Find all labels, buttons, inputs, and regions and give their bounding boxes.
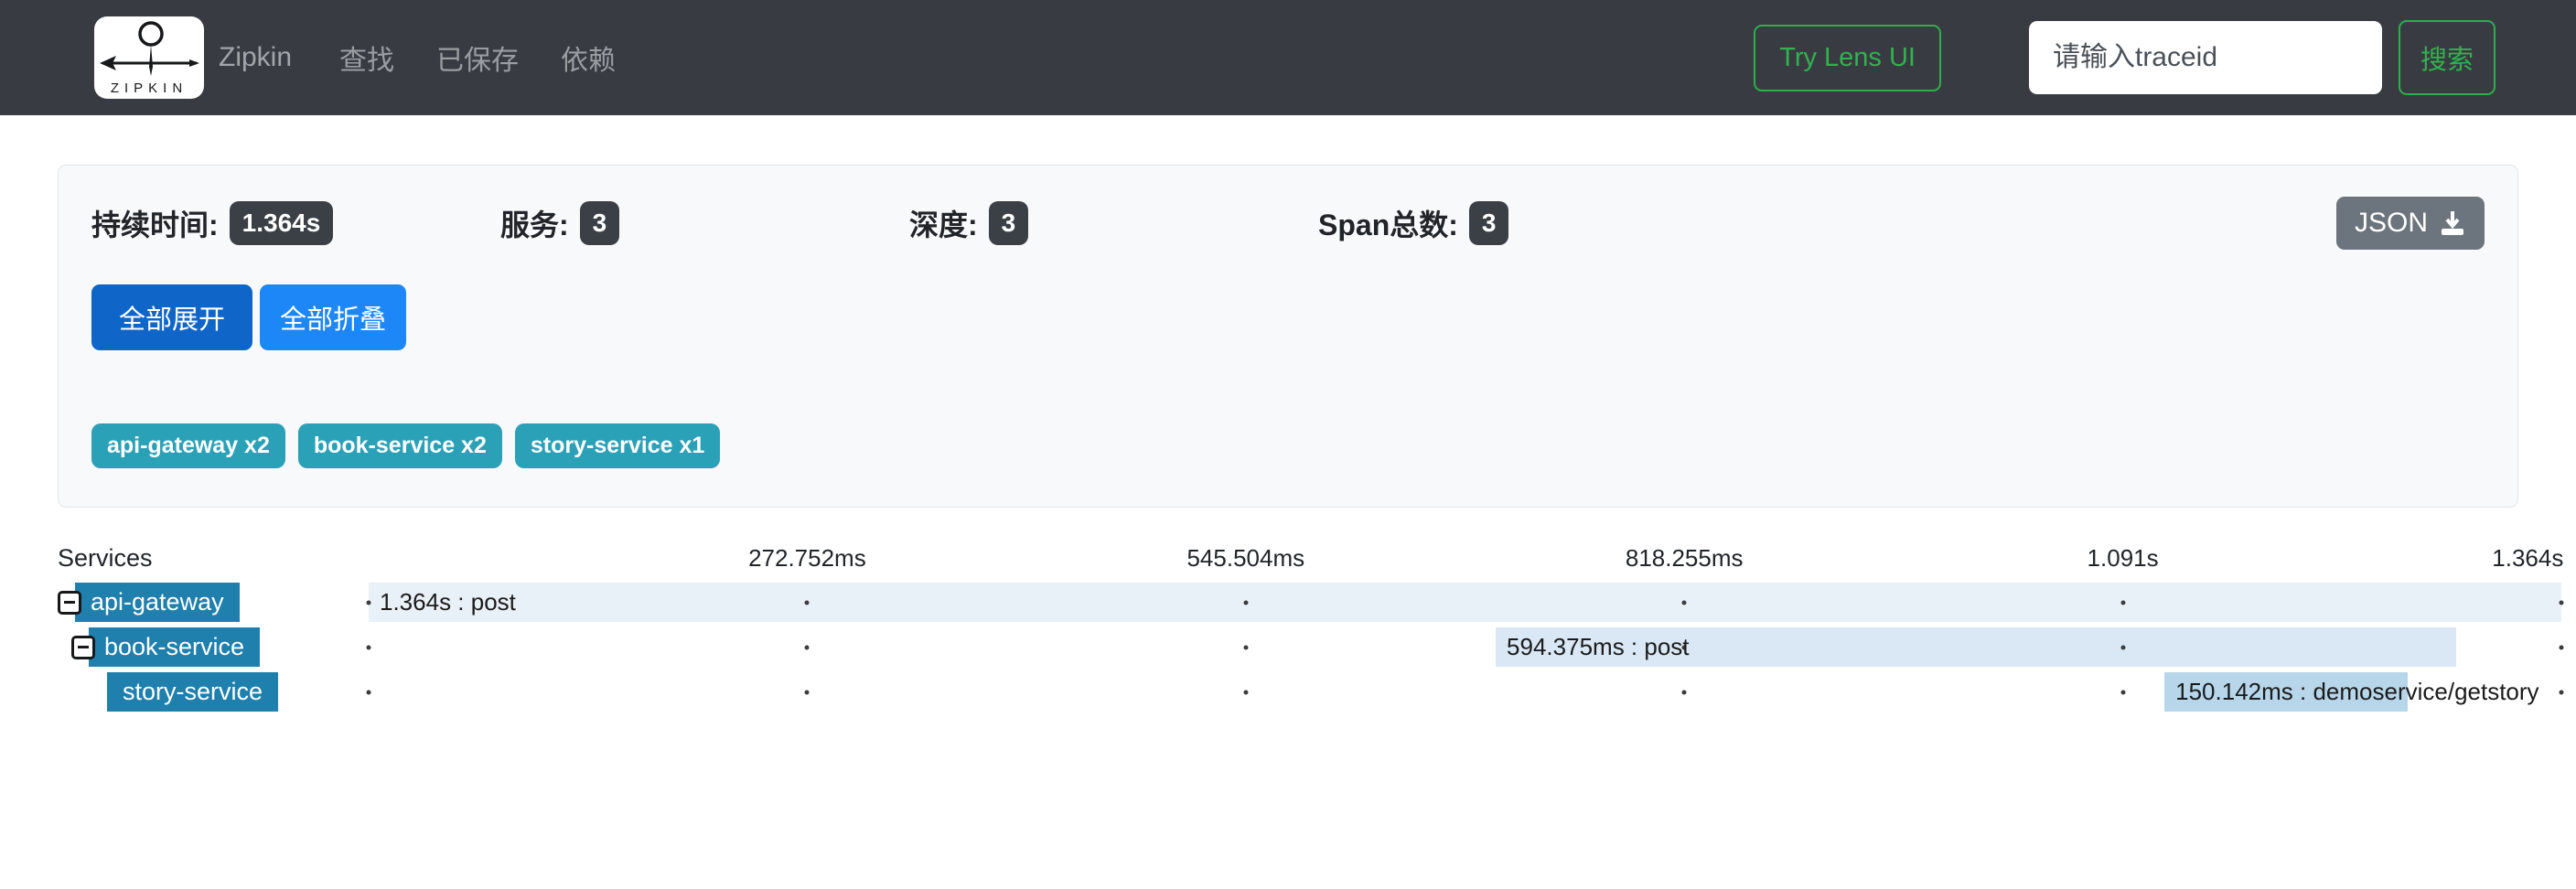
trace-summary-card: 持续时间: 1.364s 服务: 3 深度: 3 Span总数: 3 JSON: [58, 165, 2518, 508]
nav-links: 查找 已保存 依赖: [339, 37, 616, 78]
navbar: ZIPKIN Zipkin 查找 已保存 依赖 Try Lens UI 搜索: [0, 0, 2576, 115]
time-marker: 1.364s: [2492, 544, 2563, 573]
main-content: 持续时间: 1.364s 服务: 3 深度: 3 Span总数: 3 JSON: [0, 115, 2576, 712]
tick-dot: [2560, 690, 2564, 694]
tick-dot: [2560, 600, 2564, 605]
span-bar-label: 1.364s : post: [369, 583, 516, 622]
span-bar[interactable]: [369, 583, 2561, 622]
service-badges-row: api-gateway x2 book-service x2 story-ser…: [91, 423, 2485, 487]
json-button-label: JSON: [2355, 208, 2428, 239]
service-name-block[interactable]: book-service: [89, 627, 260, 667]
stat-value-badge: 3: [580, 201, 620, 245]
svg-text:ZIPKIN: ZIPKIN: [111, 80, 188, 96]
time-marker: 545.504ms: [1186, 544, 1304, 573]
collapse-all-button[interactable]: 全部折叠: [260, 284, 406, 350]
time-marker: 272.752ms: [748, 544, 866, 573]
tick-dot: [2120, 600, 2125, 605]
service-badge-book-service[interactable]: book-service x2: [298, 423, 502, 468]
stats-row: 持续时间: 1.364s 服务: 3 深度: 3 Span总数: 3 JSON: [91, 197, 2485, 250]
span-row-story-service: story-service 150.142ms : demoservice/ge…: [58, 672, 2561, 712]
stat-label: Span总数:: [1318, 202, 1458, 244]
row-service-cell: story-service: [58, 672, 369, 712]
time-markers: 272.752ms 545.504ms 818.255ms 1.091s 1.3…: [369, 544, 2561, 583]
nav-link-saved[interactable]: 已保存: [436, 37, 519, 78]
tick-dot: [1243, 600, 1248, 605]
service-name-block[interactable]: story-service: [107, 672, 278, 712]
try-lens-ui-button[interactable]: Try Lens UI: [1754, 25, 1941, 91]
stat-label: 深度:: [909, 202, 978, 244]
row-timeline: 150.142ms : demoservice/getstory: [369, 672, 2561, 712]
tick-dot: [2120, 690, 2125, 694]
time-marker: 818.255ms: [1626, 544, 1744, 573]
zipkin-lollipop-icon: ZIPKIN: [98, 19, 200, 96]
service-name-block[interactable]: api-gateway: [75, 583, 240, 622]
service-badge-api-gateway[interactable]: api-gateway x2: [91, 423, 285, 468]
stat-total-spans: Span总数: 3: [1318, 201, 1727, 245]
stat-value-badge: 3: [989, 201, 1029, 245]
timeline-header: Services 272.752ms 545.504ms 818.255ms 1…: [58, 541, 2561, 583]
stat-label: 服务:: [500, 202, 569, 244]
tick-dot: [805, 690, 810, 694]
download-icon: [2439, 209, 2466, 237]
tick-dot: [1682, 600, 1687, 605]
brand-title[interactable]: Zipkin: [219, 42, 292, 73]
nav-link-dependencies[interactable]: 依赖: [561, 37, 616, 78]
tick-dot: [805, 600, 810, 605]
stat-value-badge: 3: [1469, 201, 1509, 245]
expand-all-button[interactable]: 全部展开: [91, 284, 252, 350]
span-bar-label: 594.375ms : post: [1496, 627, 1689, 667]
tick-dot: [2560, 645, 2564, 649]
json-download-button[interactable]: JSON: [2336, 197, 2485, 250]
tick-dot: [1682, 690, 1687, 694]
search-button[interactable]: 搜索: [2399, 20, 2496, 95]
tick-dot: [2120, 645, 2125, 649]
stat-services: 服务: 3: [500, 201, 909, 245]
row-service-cell: api-gateway: [58, 583, 369, 622]
service-badge-story-service[interactable]: story-service x1: [515, 423, 720, 468]
trace-timeline: Services 272.752ms 545.504ms 818.255ms 1…: [58, 541, 2561, 712]
span-row-api-gateway: api-gateway 1.364s : post: [58, 583, 2561, 622]
services-column-header: Services: [58, 544, 153, 573]
tick-dot: [1243, 690, 1248, 694]
time-marker: 1.091s: [2088, 544, 2159, 573]
stat-label: 持续时间:: [91, 202, 219, 244]
row-timeline: 594.375ms : post: [369, 627, 2561, 667]
row-service-cell: book-service: [58, 627, 369, 667]
tick-dot: [805, 645, 810, 649]
collapse-toggle-icon[interactable]: [58, 591, 81, 615]
actions-row: 全部展开 全部折叠: [91, 284, 2485, 350]
span-bar-label: 150.142ms : demoservice/getstory: [2164, 672, 2538, 712]
tick-dot: [1243, 645, 1248, 649]
collapse-toggle-icon[interactable]: [71, 636, 95, 659]
zipkin-logo[interactable]: ZIPKIN: [94, 16, 204, 99]
stat-duration: 持续时间: 1.364s: [91, 201, 500, 245]
stat-value-badge: 1.364s: [230, 201, 334, 245]
nav-link-find[interactable]: 查找: [339, 37, 394, 78]
span-row-book-service: book-service 594.375ms : post: [58, 627, 2561, 667]
row-timeline: 1.364s : post: [369, 583, 2561, 622]
traceid-input[interactable]: [2029, 21, 2382, 94]
stat-depth: 深度: 3: [909, 201, 1318, 245]
